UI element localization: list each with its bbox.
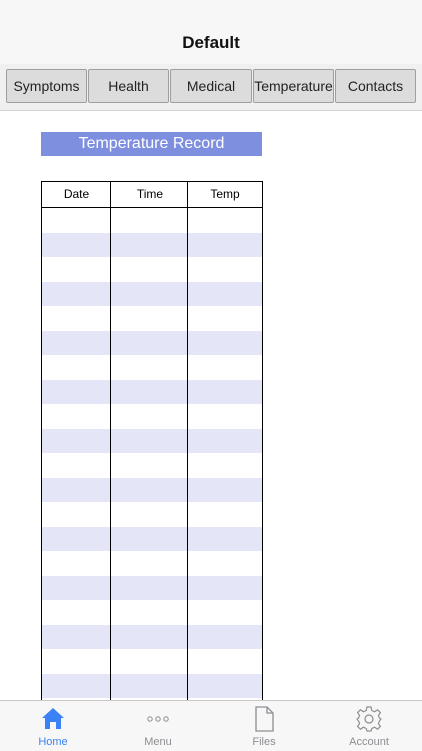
tabbar-item-account[interactable]: Account xyxy=(316,701,422,751)
tabbar-label: Menu xyxy=(144,736,172,748)
page-title: Default xyxy=(182,33,240,52)
tabbar-item-home[interactable]: Home xyxy=(0,701,106,751)
table-row[interactable] xyxy=(42,526,262,551)
home-icon xyxy=(40,705,66,736)
tab-contacts[interactable]: Contacts xyxy=(335,69,416,103)
table-row[interactable] xyxy=(42,624,262,649)
tabbar-item-files[interactable]: Files xyxy=(211,701,317,751)
table-row[interactable] xyxy=(42,232,262,257)
tabbar-item-menu[interactable]: Menu xyxy=(105,701,211,751)
column-divider xyxy=(187,182,188,701)
navigation-bar: Default xyxy=(0,0,422,64)
column-header-time: Time xyxy=(136,187,164,201)
gear-icon xyxy=(355,705,383,738)
bottom-tab-bar: Home Menu Files Account xyxy=(0,700,422,751)
file-icon xyxy=(253,705,275,738)
column-header-temp: Temp xyxy=(210,187,240,201)
column-divider xyxy=(110,182,111,701)
column-header-date: Date xyxy=(63,187,90,201)
table-row[interactable] xyxy=(42,208,262,233)
tabbar-label: Home xyxy=(38,736,68,748)
tab-symptoms[interactable]: Symptoms xyxy=(6,69,87,103)
tab-medical[interactable]: Medical xyxy=(170,69,252,103)
tab-temperature[interactable]: Temperature xyxy=(253,69,334,103)
tabbar-label: Account xyxy=(349,736,389,748)
tabbar-label: Files xyxy=(252,736,276,748)
table-row[interactable] xyxy=(42,257,262,282)
table-row[interactable] xyxy=(42,477,262,502)
segment-tab-strip: Symptoms Health Medical Temperature Cont… xyxy=(0,64,422,111)
table-header: Date Time Temp xyxy=(42,182,262,208)
table-row[interactable] xyxy=(42,502,262,527)
table-row[interactable] xyxy=(42,306,262,331)
ellipsis-icon xyxy=(145,711,171,729)
table-row[interactable] xyxy=(42,453,262,478)
record-title: Temperature Record xyxy=(41,132,262,156)
table-row[interactable] xyxy=(42,600,262,625)
table-row[interactable] xyxy=(42,404,262,429)
table-row[interactable] xyxy=(42,649,262,674)
table-row[interactable] xyxy=(42,551,262,576)
table-body xyxy=(42,208,262,698)
table-row[interactable] xyxy=(42,281,262,306)
table-row[interactable] xyxy=(42,379,262,404)
tab-health[interactable]: Health xyxy=(88,69,169,103)
table-row[interactable] xyxy=(42,355,262,380)
table-row[interactable] xyxy=(42,428,262,453)
table-row[interactable] xyxy=(42,673,262,698)
temperature-table: Date Time Temp xyxy=(41,181,263,701)
table-row[interactable] xyxy=(42,575,262,600)
table-row[interactable] xyxy=(42,330,262,355)
